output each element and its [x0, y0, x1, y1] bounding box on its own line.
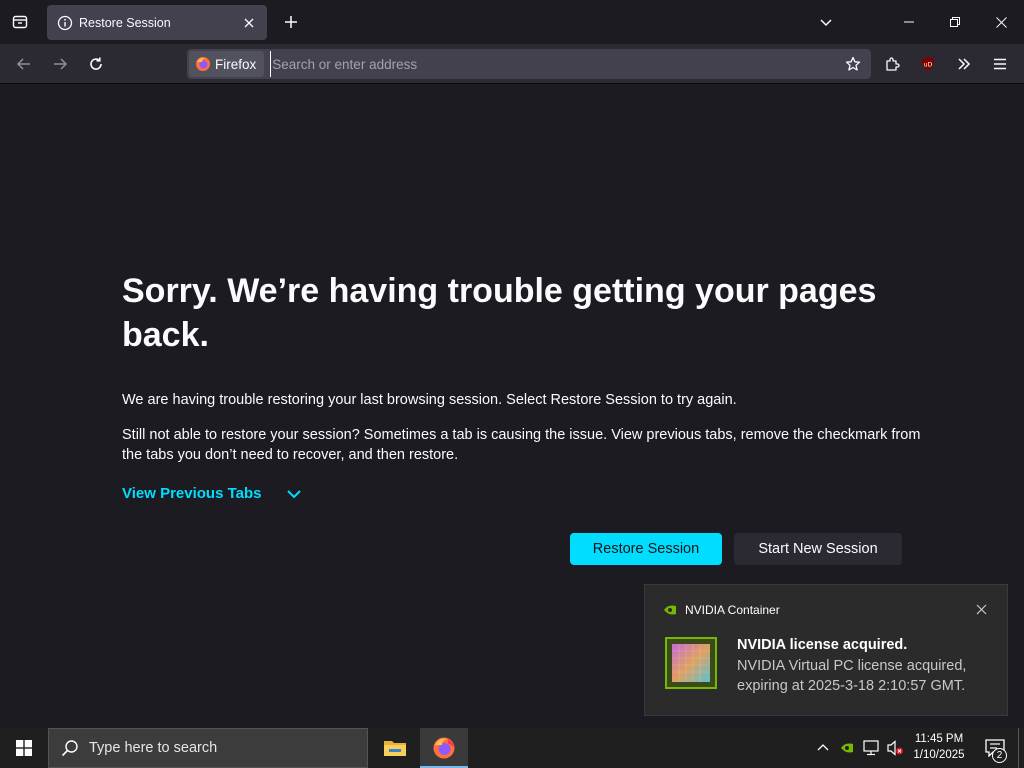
- close-icon: [995, 16, 1007, 28]
- system-clock[interactable]: 11:45 PM 1/10/2025: [906, 731, 972, 765]
- plus-icon: [285, 16, 297, 28]
- firefox-view-button[interactable]: [6, 8, 34, 36]
- restore-session-button[interactable]: Restore Session: [570, 533, 722, 565]
- list-all-tabs-button[interactable]: [812, 8, 840, 36]
- view-previous-tabs-toggle[interactable]: View Previous Tabs: [122, 485, 302, 502]
- ublock-origin-button[interactable]: uD: [914, 50, 942, 78]
- toast-header: NVIDIA Container: [663, 603, 780, 617]
- nvidia-tray-icon[interactable]: [837, 738, 857, 758]
- forward-button[interactable]: [46, 50, 74, 78]
- view-previous-tabs-label: View Previous Tabs: [122, 485, 262, 502]
- toast-title: NVIDIA license acquired.: [737, 637, 908, 653]
- taskbar: Type here to search 11:45 PM 1/10/2025 2: [0, 728, 1024, 768]
- hamburger-menu-icon: [994, 58, 1006, 70]
- show-desktop-button[interactable]: [1018, 728, 1024, 768]
- chevron-up-icon: [817, 744, 829, 751]
- address-bar[interactable]: Firefox: [187, 49, 871, 79]
- back-arrow-icon: [16, 58, 30, 70]
- tab-strip: Restore Session: [0, 0, 1024, 44]
- start-new-session-button[interactable]: Start New Session: [734, 533, 902, 565]
- reload-icon: [90, 57, 102, 70]
- navigation-toolbar: Firefox uD: [0, 44, 1024, 84]
- double-chevron-right-icon: [958, 58, 971, 70]
- notification-count-badge: 2: [992, 748, 1007, 763]
- error-description: We are having trouble restoring your las…: [122, 392, 737, 408]
- clock-date: 1/10/2025: [913, 749, 965, 761]
- firefox-view-icon: [12, 15, 28, 29]
- restore-down-button[interactable]: [932, 0, 978, 44]
- chevron-down-icon: [286, 488, 302, 500]
- identity-label: Firefox: [215, 56, 257, 72]
- reload-button[interactable]: [82, 50, 110, 78]
- firefox-logo-icon: [433, 737, 455, 759]
- info-icon: [57, 15, 73, 31]
- windows-logo-icon: [16, 740, 32, 756]
- star-icon: [845, 56, 861, 71]
- close-window-button[interactable]: [978, 0, 1024, 44]
- taskbar-firefox[interactable]: [420, 728, 468, 768]
- bookmark-star-button[interactable]: [839, 50, 867, 78]
- minimize-button[interactable]: [886, 0, 932, 44]
- nvidia-logo-icon: [664, 605, 676, 615]
- taskbar-file-explorer[interactable]: [371, 728, 419, 768]
- forward-arrow-icon: [54, 58, 68, 70]
- app-menu-button[interactable]: [986, 50, 1014, 78]
- extensions-button[interactable]: [878, 50, 906, 78]
- error-title: Sorry. We’re having trouble getting your…: [122, 272, 877, 354]
- chevron-down-icon: [820, 19, 832, 27]
- show-hidden-icons-button[interactable]: [813, 738, 833, 758]
- url-input[interactable]: [270, 51, 839, 77]
- network-icon[interactable]: [861, 738, 881, 758]
- back-button[interactable]: [10, 50, 38, 78]
- new-tab-button[interactable]: [277, 8, 305, 36]
- close-tab-icon[interactable]: [241, 15, 257, 31]
- volume-muted-icon[interactable]: [885, 738, 905, 758]
- overflow-menu-button[interactable]: [950, 50, 978, 78]
- ublock-shield-icon: uD: [922, 57, 934, 71]
- taskbar-search-box[interactable]: Type here to search: [48, 728, 368, 768]
- toast-body: NVIDIA Virtual PC license acquired, expi…: [737, 658, 967, 694]
- error-hint: Still not able to restore your session? …: [122, 427, 921, 463]
- tab-restore-session[interactable]: Restore Session: [47, 5, 267, 40]
- puzzle-icon: [886, 57, 900, 71]
- search-icon: [61, 740, 78, 757]
- close-notification-icon[interactable]: [973, 601, 989, 617]
- clock-time: 11:45 PM: [914, 733, 964, 745]
- toast-app-name: NVIDIA Container: [685, 603, 780, 617]
- restore-down-icon: [950, 17, 960, 27]
- tab-title: Restore Session: [79, 15, 171, 30]
- folder-icon: [384, 741, 406, 756]
- identity-box[interactable]: Firefox: [189, 51, 265, 77]
- start-button[interactable]: [0, 728, 48, 768]
- nvidia-gpu-chip-icon: [665, 637, 717, 689]
- firefox-logo-icon: [196, 57, 210, 71]
- minimize-icon: [904, 21, 914, 23]
- notification-toast[interactable]: NVIDIA Container NVIDIA license acquired…: [644, 584, 1008, 716]
- taskbar-search-placeholder: Type here to search: [89, 740, 218, 756]
- svg-text:uD: uD: [924, 62, 933, 69]
